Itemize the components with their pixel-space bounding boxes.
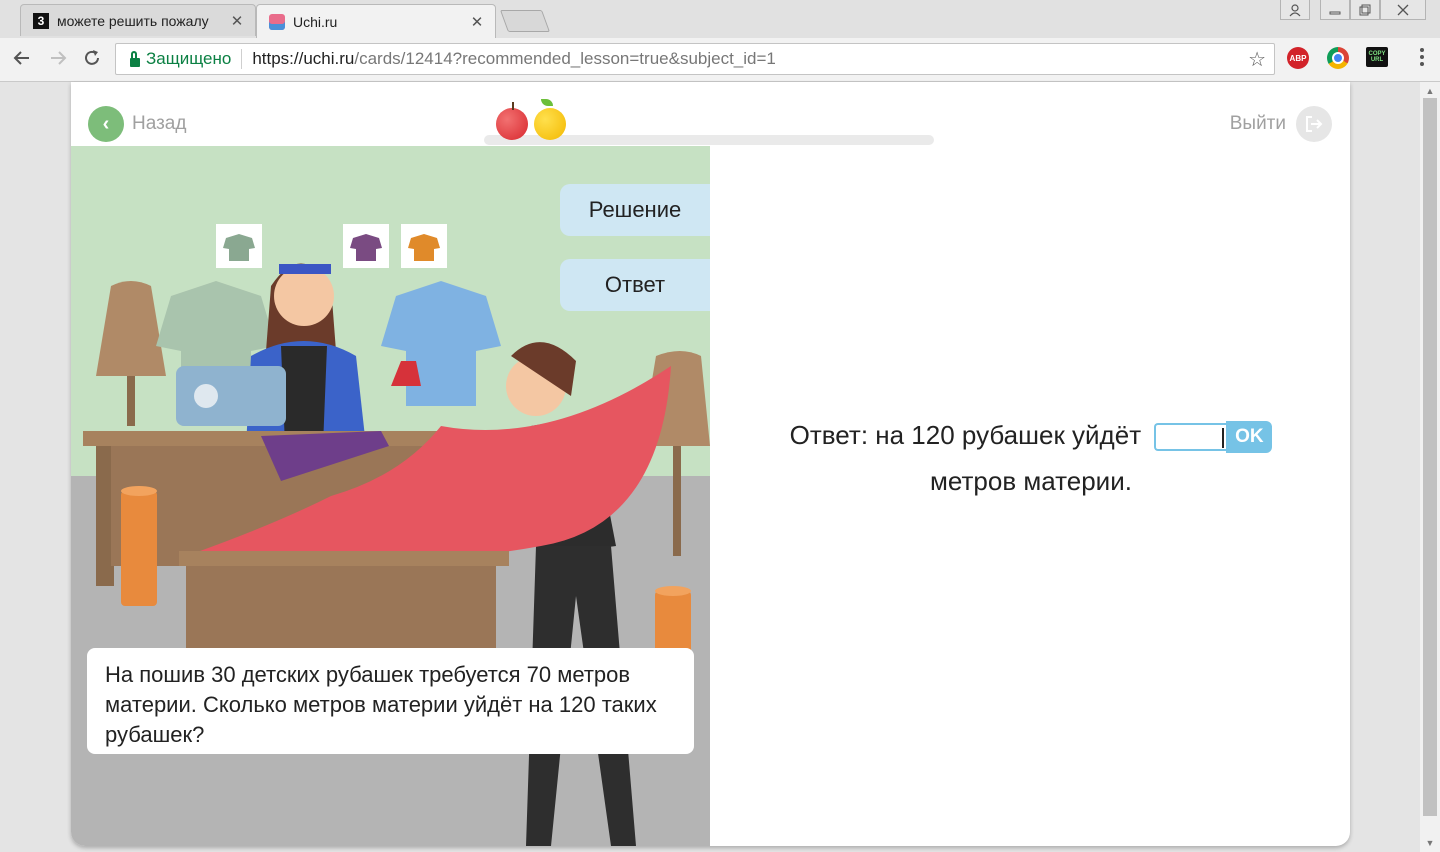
exit-label: Выйти <box>1229 113 1286 134</box>
security-label: Защищено <box>146 49 232 68</box>
new-tab-button[interactable] <box>499 10 551 32</box>
answer-area: Ответ: на 120 рубашек уйдёт OK метров ма… <box>721 412 1341 504</box>
menu-icon[interactable] <box>1420 48 1424 69</box>
tab-title: можете решить пожалу <box>57 12 209 29</box>
back-label: Назад <box>132 113 187 134</box>
lock-icon <box>130 50 140 67</box>
chrome-extension-icon[interactable] <box>1327 47 1349 69</box>
chevron-left-icon: ‹ <box>88 106 124 142</box>
close-icon[interactable]: ✕ <box>229 12 245 30</box>
url-host: https://uchi.ru <box>252 49 355 68</box>
reload-icon[interactable] <box>80 48 104 72</box>
ok-button[interactable]: OK <box>1226 421 1273 454</box>
page-viewport: ‹ Назад Выйти Решение Ответ На пошив 30 … <box>0 82 1420 852</box>
answer-tab-button[interactable]: Ответ <box>560 259 710 311</box>
exit-button[interactable]: Выйти <box>1230 106 1332 142</box>
exit-icon <box>1296 106 1332 142</box>
task-card: ‹ Назад Выйти Решение Ответ На пошив 30 … <box>71 82 1350 846</box>
browser-toolbar: Защищено https://uchi.ru/cards/12414?rec… <box>0 38 1440 82</box>
back-button[interactable]: ‹ Назад <box>88 106 186 142</box>
forward-arrow-icon[interactable] <box>46 48 70 72</box>
url-path: /cards/12414?recommended_lesson=true&sub… <box>354 49 776 68</box>
apple-icon <box>496 108 528 140</box>
minimize-button[interactable] <box>1320 0 1350 20</box>
answer-prefix: Ответ: на 120 рубашек уйдёт <box>789 420 1142 450</box>
tab-strip: 3 можете решить пожалу ✕ Uchi.ru ✕ <box>0 0 1440 38</box>
close-icon[interactable]: ✕ <box>469 13 485 31</box>
problem-statement: На пошив 30 детских рубашек требуется 70… <box>87 648 694 754</box>
scrollbar-thumb[interactable] <box>1423 98 1437 816</box>
bookmark-star-icon[interactable]: ☆ <box>1248 47 1266 72</box>
tab-uchi[interactable]: Uchi.ru ✕ <box>256 4 496 38</box>
scroll-down-icon[interactable]: ▼ <box>1420 838 1440 848</box>
user-icon[interactable] <box>1280 0 1310 20</box>
page-scrollbar[interactable]: ▲ ▼ <box>1420 82 1440 852</box>
scroll-up-icon[interactable]: ▲ <box>1420 86 1440 96</box>
tab-title: Uchi.ru <box>293 13 338 30</box>
back-arrow-icon[interactable] <box>10 48 34 72</box>
solution-button[interactable]: Решение <box>560 184 710 236</box>
restore-button[interactable] <box>1350 0 1380 20</box>
close-window-button[interactable] <box>1380 0 1426 20</box>
answer-input[interactable] <box>1154 423 1227 452</box>
orange-icon <box>534 108 566 140</box>
znanija-icon: 3 <box>33 12 49 29</box>
adblock-icon[interactable]: ABP <box>1287 47 1309 69</box>
answer-suffix: метров материи. <box>930 466 1132 496</box>
copy-url-icon[interactable]: COPY URL <box>1366 47 1388 67</box>
tab-homework[interactable]: 3 можете решить пожалу ✕ <box>20 4 256 36</box>
uchi-icon <box>269 13 285 30</box>
task-illustration: Решение Ответ На пошив 30 детских рубаше… <box>71 146 710 846</box>
address-bar[interactable]: Защищено https://uchi.ru/cards/12414?rec… <box>115 43 1275 75</box>
